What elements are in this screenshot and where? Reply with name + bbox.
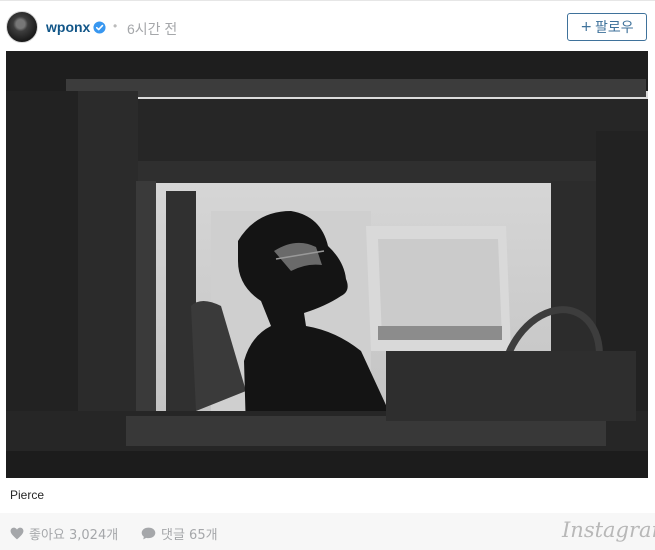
follow-button[interactable]: + 팔로우 [567,13,647,41]
comments-count[interactable]: 댓글 65개 [141,524,218,543]
comments-text: 댓글 65개 [161,528,218,543]
post-header: wponx • 6시간 전 + 팔로우 [0,1,655,51]
post-photo[interactable] [6,51,648,478]
follow-label: 팔로우 [595,20,634,36]
post-footer: 좋아요 3,024개 댓글 65개 Instagram [0,513,655,550]
photo-image [6,51,648,478]
instagram-embed-post: wponx • 6시간 전 + 팔로우 Pierce 좋아요 3,024개 댓글… [0,0,655,550]
separator-dot: • [113,19,118,33]
post-caption: Pierce [10,488,45,502]
username-link[interactable]: wponx [46,19,90,35]
likes-count[interactable]: 좋아요 3,024개 [10,524,118,543]
likes-text: 좋아요 3,024개 [29,528,119,543]
instagram-logo[interactable]: Instagram [562,518,655,542]
heart-icon [10,527,24,540]
plus-icon: + [580,19,593,35]
verified-badge-icon [93,21,106,34]
avatar[interactable] [6,11,38,43]
speech-bubble-icon [141,527,156,540]
post-time[interactable]: 6시간 전 [127,19,177,39]
